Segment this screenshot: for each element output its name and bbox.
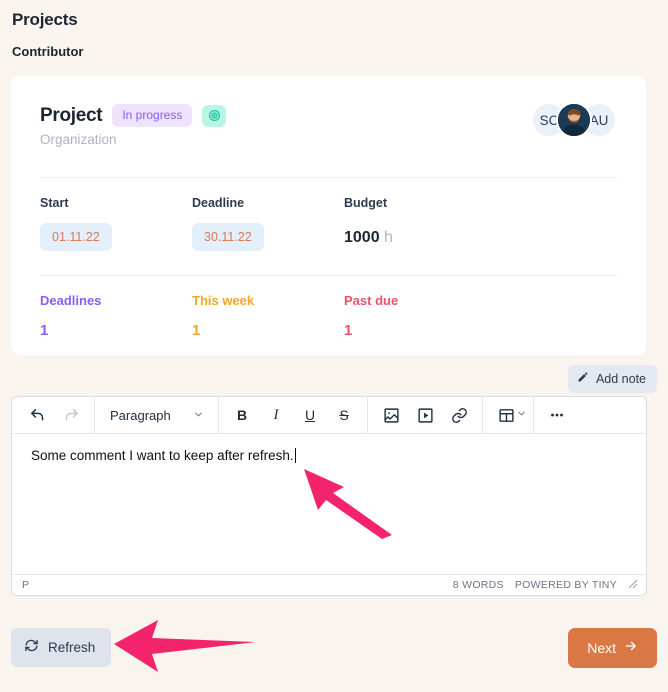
link-icon[interactable] (442, 401, 476, 430)
toolbar-group-history (14, 397, 94, 433)
chevron-down-icon (193, 408, 204, 423)
stat-value: 1 (192, 322, 344, 339)
page-title: Projects (12, 10, 656, 30)
image-icon[interactable] (374, 401, 408, 430)
text-cursor (295, 448, 296, 463)
stat-past-due[interactable]: Past due 1 (344, 293, 496, 339)
chevron-down-icon (516, 406, 527, 424)
refresh-button[interactable]: Refresh (11, 628, 111, 667)
toolbar-group-styles: B I U S (219, 397, 367, 433)
element-path[interactable]: P (22, 579, 29, 591)
field-row: Start 01.11.22 Deadline 30.11.22 Budget … (40, 196, 617, 251)
field-budget: Budget 1000 h (344, 196, 496, 251)
refresh-icon (24, 638, 39, 656)
stat-this-week[interactable]: This week 1 (192, 293, 344, 339)
toolbar-group-table (483, 397, 533, 433)
field-label: Start (40, 196, 192, 210)
stats-row: Deadlines 1 This week 1 Past due 1 (40, 293, 617, 339)
add-note-button[interactable]: Add note (568, 365, 657, 393)
media-icon[interactable] (408, 401, 442, 430)
pencil-icon (577, 371, 589, 386)
editor-statusbar: P 8 WORDS POWERED BY TINY (12, 574, 646, 595)
card-divider-bottom (40, 275, 617, 276)
card-divider-top (40, 177, 617, 178)
arrow-right-icon (624, 639, 638, 656)
strikethrough-icon[interactable]: S (327, 401, 361, 430)
project-card[interactable]: Project In progress Organization SC A (11, 76, 646, 355)
resize-handle-icon[interactable] (628, 579, 638, 592)
target-icon[interactable] (202, 105, 226, 127)
rich-text-editor[interactable]: Paragraph B I U S (11, 396, 647, 596)
avatar-photo[interactable] (556, 102, 592, 138)
stat-deadlines[interactable]: Deadlines 1 (40, 293, 192, 339)
stat-value: 1 (344, 322, 496, 339)
word-count: 8 WORDS (453, 579, 504, 591)
stat-label: This week (192, 293, 344, 308)
budget-value: 1000 (344, 229, 380, 246)
annotation-arrow-refresh (112, 618, 258, 674)
next-button[interactable]: Next (568, 628, 657, 668)
page-header: Projects Contributor (0, 0, 668, 59)
ellipsis-icon[interactable] (540, 401, 574, 430)
refresh-label: Refresh (48, 640, 95, 655)
italic-icon[interactable]: I (259, 401, 293, 430)
editor-branding[interactable]: POWERED BY TINY (515, 579, 617, 591)
field-label: Budget (344, 196, 496, 210)
field-deadline: Deadline 30.11.22 (192, 196, 344, 251)
field-start: Start 01.11.22 (40, 196, 192, 251)
field-label: Deadline (192, 196, 344, 210)
insert-table-control[interactable] (489, 401, 527, 430)
project-name: Project (40, 105, 102, 127)
toolbar-group-format: Paragraph (95, 397, 218, 433)
toolbar-group-more (534, 397, 580, 433)
next-label: Next (587, 640, 616, 656)
status-badge: In progress (112, 104, 192, 127)
editor-content-area[interactable]: Some comment I want to keep after refres… (12, 434, 646, 574)
format-select[interactable]: Paragraph (101, 401, 212, 430)
add-note-label: Add note (596, 372, 646, 386)
page-subtitle: Contributor (12, 44, 656, 59)
start-date-chip[interactable]: 01.11.22 (40, 223, 112, 251)
stat-label: Deadlines (40, 293, 192, 308)
budget-unit: h (384, 229, 393, 246)
editor-paragraph: Some comment I want to keep after refres… (31, 448, 294, 463)
bold-icon[interactable]: B (225, 401, 259, 430)
editor-toolbar[interactable]: Paragraph B I U S (12, 397, 646, 434)
deadline-date-chip[interactable]: 30.11.22 (192, 223, 264, 251)
toolbar-group-insert (368, 397, 482, 433)
underline-icon[interactable]: U (293, 401, 327, 430)
undo-icon[interactable] (20, 401, 54, 430)
stat-value: 1 (40, 322, 192, 339)
avatar-group[interactable]: SC AU (531, 102, 617, 138)
redo-icon[interactable] (54, 401, 88, 430)
stat-label: Past due (344, 293, 496, 308)
format-select-value: Paragraph (110, 408, 171, 423)
